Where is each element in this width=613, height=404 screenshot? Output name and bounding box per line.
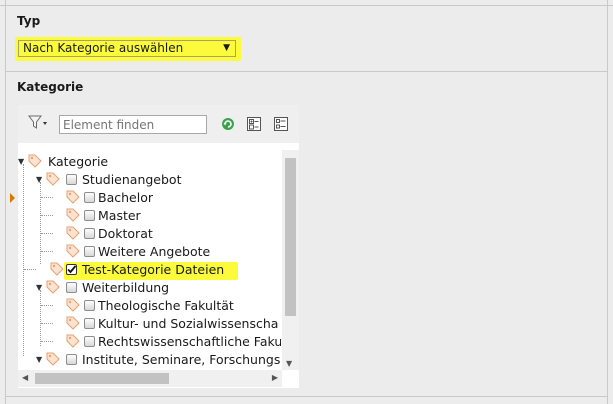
typ-label: Typ [17, 14, 41, 28]
tree-guide [40, 290, 41, 346]
tree-item-weitere-angebote[interactable]: Weitere Angebote [41, 243, 280, 261]
typ-select-highlight: Nach Kategorie auswählen ▼ [15, 37, 241, 61]
checkbox[interactable] [66, 282, 77, 293]
scroll-right-icon[interactable]: ▶ [272, 373, 278, 382]
tree-item-label: Kategorie [48, 154, 109, 169]
horizontal-scrollbar[interactable]: ◀ ▶ [18, 370, 282, 387]
typ-select[interactable]: Nach Kategorie auswählen ▼ [18, 40, 236, 57]
tree-guide [41, 233, 53, 234]
tree-guide [24, 269, 36, 270]
tree-item-rechtswissenschaftliche-fakultaet[interactable]: Rechtswissenschaftliche Faku [41, 333, 281, 351]
section-divider [6, 71, 607, 72]
tree-item-kultur-und-sozialwissenschaften[interactable]: Kultur- und Sozialwissenscha [41, 315, 280, 333]
chevron-down-icon[interactable]: ▼ [36, 355, 42, 364]
refresh-icon[interactable] [221, 117, 235, 131]
tree-item-label: Bachelor [98, 190, 153, 205]
tree-item-weiterbildung[interactable]: ▼ Weiterbildung [36, 279, 280, 297]
tree-item-label: Test-Kategorie Dateien [82, 262, 225, 277]
tag-icon [50, 262, 64, 276]
scroll-corner [282, 370, 299, 387]
tree-item-institute-seminare[interactable]: ▼ Institute, Seminare, Forschungs [36, 351, 280, 369]
checkbox[interactable] [84, 210, 95, 221]
tree-item-label: Rechtswissenschaftliche Faku [98, 334, 281, 349]
tag-icon [66, 208, 80, 222]
tag-icon [46, 280, 60, 294]
tree-item-label: Theologische Fakultät [98, 298, 234, 313]
tree-item-theologische-fakultaet[interactable]: Theologische Fakultät [41, 297, 280, 315]
chevron-down-icon[interactable]: ▼ [18, 157, 24, 166]
tree-guide [41, 323, 53, 324]
checkmark-icon [67, 265, 77, 274]
filter-icon[interactable] [28, 115, 48, 131]
expand-marker-icon[interactable] [10, 193, 15, 203]
tag-icon [66, 334, 80, 348]
checkbox[interactable] [84, 318, 95, 329]
dropdown-arrow-icon: ▼ [223, 43, 230, 53]
checkbox[interactable] [66, 354, 77, 365]
tree-guide [23, 164, 24, 356]
chevron-down-icon[interactable]: ▼ [36, 283, 42, 292]
tree-item-studienangebot[interactable]: ▼ Studienangebot [36, 171, 280, 189]
bottom-divider [6, 396, 607, 397]
tree-item-label: Master [98, 208, 141, 223]
tree-item-master[interactable]: Master [41, 207, 280, 225]
tree-item-bachelor[interactable]: Bachelor [41, 189, 280, 207]
expand-all-icon[interactable] [247, 117, 261, 131]
tag-icon [66, 316, 80, 330]
right-border [607, 0, 608, 404]
tag-icon [66, 298, 80, 312]
checkbox[interactable] [66, 174, 77, 185]
tree-item-kategorie[interactable]: ▼ Kategorie [18, 153, 278, 171]
tag-icon [66, 190, 80, 204]
tag-icon [66, 226, 80, 240]
category-tree: ▼ Kategorie ▼ Studienangebot Bachelor Ma… [18, 150, 281, 370]
tree-guide [41, 215, 53, 216]
tag-icon [46, 352, 60, 366]
tree-item-test-kategorie-dateien[interactable]: Test-Kategorie Dateien [24, 261, 280, 279]
tree-item-label: Weitere Angebote [98, 244, 211, 259]
tree-guide [41, 197, 53, 198]
top-border [0, 0, 613, 6]
tree-item-doktorat[interactable]: Doktorat [41, 225, 280, 243]
collapse-all-icon[interactable] [274, 117, 288, 131]
vertical-scroll-thumb[interactable] [285, 158, 296, 316]
scroll-down-icon[interactable]: ▼ [286, 359, 292, 368]
tree-toolbar [18, 105, 299, 143]
checkbox[interactable] [84, 228, 95, 239]
tree-item-label: Doktorat [98, 226, 153, 241]
checkbox[interactable] [84, 300, 95, 311]
chevron-down-icon[interactable]: ▼ [36, 175, 42, 184]
tree-item-label: Studienangebot [82, 172, 182, 187]
horizontal-scroll-thumb[interactable] [35, 373, 169, 384]
vertical-scrollbar[interactable]: ▼ [282, 150, 299, 370]
tree-guide [41, 341, 53, 342]
tree-item-label: Institute, Seminare, Forschungs [82, 352, 281, 367]
tree-item-label: Weiterbildung [82, 280, 170, 295]
tag-icon [28, 154, 42, 168]
tree-search-input[interactable] [59, 115, 207, 134]
checkbox-checked[interactable] [66, 264, 77, 275]
checkbox[interactable] [84, 246, 95, 257]
tree-guide [41, 251, 53, 252]
checkbox[interactable] [84, 336, 95, 347]
tree-item-label: Kultur- und Sozialwissenscha [98, 316, 279, 331]
tree-guide [41, 305, 53, 306]
tag-icon [46, 172, 60, 186]
typ-select-value: Nach Kategorie auswählen [23, 41, 184, 55]
checkbox[interactable] [84, 192, 95, 203]
kategorie-label: Kategorie [17, 80, 84, 94]
tag-icon [66, 244, 80, 258]
scroll-left-icon[interactable]: ◀ [22, 373, 28, 382]
left-border [5, 0, 6, 404]
